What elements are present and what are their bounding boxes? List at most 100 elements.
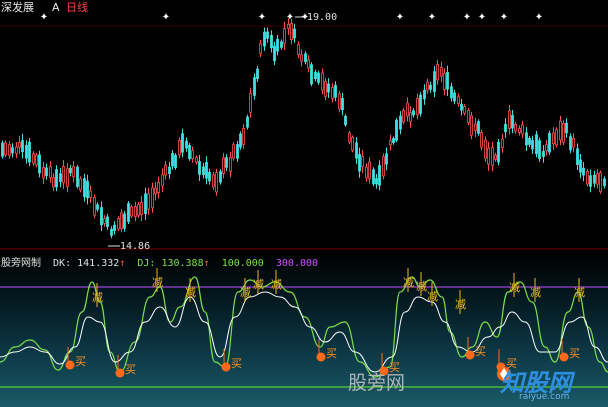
buy-dot-icon[interactable]	[65, 360, 75, 370]
candle-body	[229, 157, 232, 172]
candle-body	[21, 140, 24, 153]
event-markers: ✦ ✦ ✦ ✦ ✦ ✦ ✦ ✦ ✦ ✦ ✦	[40, 12, 543, 23]
candle-body	[273, 45, 276, 62]
candle-body	[8, 144, 11, 156]
sell-signal[interactable]: 减	[403, 277, 414, 288]
candle-body	[358, 153, 361, 172]
title-separator: A	[52, 1, 60, 14]
candle-body	[195, 157, 198, 163]
candle-body	[331, 87, 334, 99]
candle-body	[137, 204, 140, 216]
candle-body	[25, 144, 28, 159]
candle-body	[504, 123, 507, 133]
candle-body	[351, 136, 354, 151]
candle-body	[185, 140, 188, 149]
candle-body	[123, 213, 126, 229]
buy-dot-icon[interactable]	[559, 352, 569, 362]
period-label[interactable]: 日线	[66, 1, 88, 14]
candle-body	[334, 84, 337, 98]
candle-body	[480, 132, 483, 148]
candle-body	[246, 116, 249, 128]
buy-dot-icon[interactable]	[221, 362, 231, 372]
candle-body	[392, 138, 395, 143]
sell-signal[interactable]: 减	[574, 287, 585, 298]
candle-body	[538, 140, 541, 160]
candle-body	[429, 84, 432, 90]
candle-body	[154, 188, 157, 195]
buy-dot-icon[interactable]	[115, 368, 125, 378]
candle-body	[457, 96, 460, 104]
candle-body	[355, 142, 358, 159]
candle-body	[208, 171, 211, 182]
candle-body	[463, 106, 466, 114]
candle-body	[222, 157, 225, 174]
candle-body	[548, 132, 551, 153]
price-panel: ✦ ✦ ✦ ✦ ✦ ✦ ✦ ✦ ✦ ✦ ✦ 深发展 A 日线 19.00 14.86	[0, 0, 608, 252]
sell-signal[interactable]: 减	[253, 279, 264, 290]
candle-body	[270, 34, 273, 49]
chart-window: { "title": "深发展", "separator": "A", "per…	[0, 0, 608, 407]
candle-body	[310, 64, 313, 85]
candle-body	[579, 159, 582, 173]
indicator-name[interactable]: 股旁网制	[1, 258, 41, 269]
candle-body	[100, 207, 103, 226]
buy-signal[interactable]: 买	[569, 348, 580, 359]
candle-body	[11, 147, 14, 154]
sell-signal[interactable]: 减	[455, 299, 466, 310]
candle-body	[249, 93, 252, 113]
dk-value: 141.332	[77, 258, 120, 269]
event-star-icon[interactable]: ✦	[428, 12, 436, 23]
buy-signal[interactable]: 买	[75, 356, 86, 367]
watermark-site-text: 股旁网	[348, 372, 406, 394]
buy-signal[interactable]: 买	[231, 358, 242, 369]
event-star-icon[interactable]: ✦	[162, 12, 170, 23]
candle-body	[324, 81, 327, 97]
buy-signal[interactable]: 买	[326, 348, 337, 359]
event-star-icon[interactable]: ✦	[463, 12, 471, 23]
event-star-icon[interactable]: ✦	[40, 12, 48, 23]
sell-signal[interactable]: 减	[92, 292, 103, 303]
event-star-icon[interactable]: ✦	[286, 12, 294, 23]
candle-body	[423, 89, 426, 100]
event-star-icon[interactable]: ✦	[478, 12, 486, 23]
candle-body	[419, 94, 422, 114]
candle-body	[280, 41, 283, 48]
candle-body	[113, 224, 116, 231]
candle-body	[582, 167, 585, 176]
candle-body	[18, 142, 21, 148]
candle-body	[127, 203, 130, 223]
sell-signal[interactable]: 减	[185, 287, 196, 298]
candle-body	[487, 147, 490, 165]
candle-body	[365, 166, 368, 179]
indicator-header: 股旁网制 DK: 141.332↑, DJ: 130.388↑, 100.000…	[1, 258, 319, 269]
sell-signal[interactable]: 减	[509, 282, 520, 293]
candle-body	[83, 178, 86, 198]
dj-value: 130.388	[161, 258, 204, 269]
candle-body	[62, 165, 65, 184]
event-star-icon[interactable]: ✦	[258, 12, 266, 23]
buy-signal[interactable]: 买	[125, 364, 136, 375]
candle-body	[382, 156, 385, 177]
sell-signal[interactable]: 减	[271, 279, 282, 290]
candle-body	[562, 122, 565, 143]
event-star-icon[interactable]: ✦	[396, 12, 404, 23]
event-star-icon[interactable]: ✦	[500, 12, 508, 23]
buy-dot-icon[interactable]	[465, 350, 475, 360]
buy-signal[interactable]: 买	[475, 346, 486, 357]
candle-body	[225, 157, 228, 168]
candle-body	[525, 132, 528, 146]
candle-body	[72, 166, 75, 178]
watermark-brand-url: raiyue.com	[519, 392, 570, 402]
sell-signal[interactable]: 减	[427, 291, 438, 302]
candle-body	[161, 174, 164, 187]
sell-signal[interactable]: 减	[240, 287, 251, 298]
buy-dot-icon[interactable]	[316, 352, 326, 362]
candle-body	[511, 115, 514, 129]
candle-body	[120, 212, 123, 230]
candle-body	[467, 110, 470, 124]
sell-signal[interactable]: 减	[530, 287, 541, 298]
sell-signal[interactable]: 减	[152, 277, 163, 288]
candle-body	[290, 23, 293, 40]
event-star-icon[interactable]: ✦	[535, 12, 543, 23]
sell-signal[interactable]: 减	[416, 281, 427, 292]
